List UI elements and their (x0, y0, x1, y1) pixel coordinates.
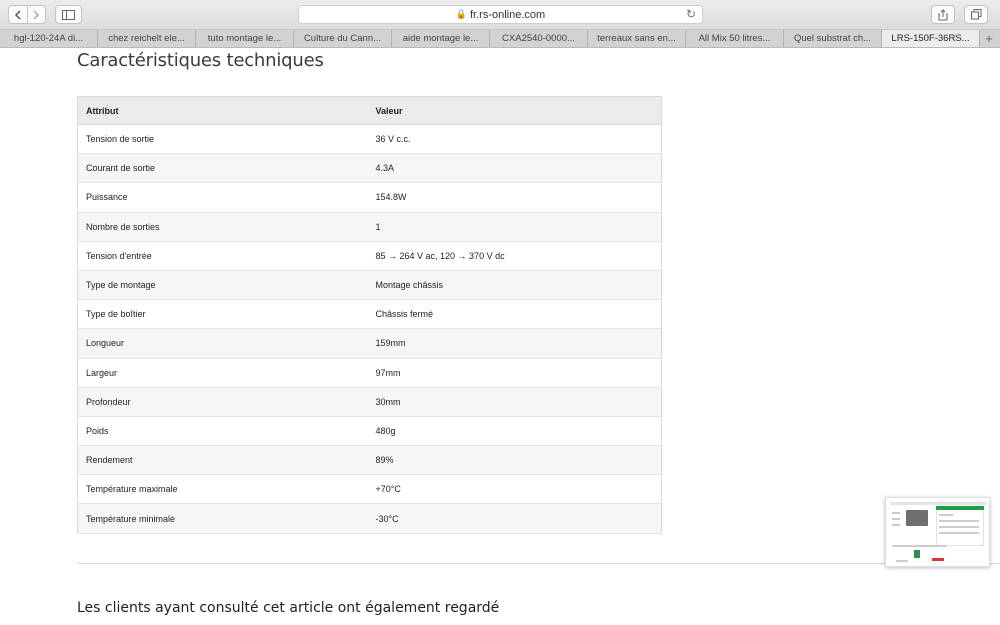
share-icon (938, 8, 948, 20)
table-row: Largeur 97mm (77, 358, 662, 388)
thumbnail-line (892, 524, 900, 526)
tabs-overview-button[interactable] (964, 5, 988, 24)
thumbnail-line (939, 526, 979, 528)
table-header-row: Attribut Valeur (77, 96, 662, 125)
related-products-heading: Les clients ayant consulté cet article o… (77, 600, 500, 616)
tab[interactable]: Culture du Cann... (294, 30, 392, 47)
table-row: Nombre de sorties 1 (77, 212, 662, 242)
table-row: Tension d'entrée 85 → 264 V ac, 120 → 370… (77, 241, 662, 271)
forward-button[interactable] (26, 6, 46, 23)
table-row: Type de montage Montage châssis (77, 270, 662, 301)
value-cell: 159mm (367, 328, 662, 359)
thumbnail-product-image (906, 510, 928, 526)
attribute-cell: Type de montage (77, 270, 368, 301)
tab[interactable]: tuto montage le... (196, 30, 294, 47)
tab[interactable]: terreaux sans en... (588, 30, 686, 47)
thumbnail-red-item (932, 558, 944, 561)
tab-bar: hgl-120-24A di... chez reichelt ele... t… (0, 30, 1000, 48)
table-row: Rendement 89% (77, 445, 662, 476)
tab[interactable]: Quel substrat ch... (784, 30, 882, 47)
value-cell: 85 → 264 V ac, 120 → 370 V dc (367, 241, 662, 271)
section-divider (77, 563, 1000, 564)
attribute-cell: Courant de sortie (77, 153, 368, 184)
thumbnail-line (939, 532, 979, 534)
thumbnail-line (892, 518, 900, 520)
thumbnail-line (939, 520, 979, 522)
nav-buttons (8, 5, 46, 24)
table-row: Tension de sortie 36 V c.c. (77, 124, 662, 155)
browser-toolbar: 🔒 fr.rs-online.com ↻ (0, 0, 1000, 30)
url-text: fr.rs-online.com (470, 8, 546, 21)
sidebar-icon (62, 9, 75, 20)
value-cell: +70°C (367, 474, 662, 505)
new-tab-button[interactable]: + (980, 30, 998, 47)
screenshot-thumbnail[interactable] (885, 497, 990, 567)
plus-icon: + (985, 31, 993, 46)
attribute-cell: Poids (77, 416, 368, 447)
table-row: Poids 480g (77, 416, 662, 447)
chevron-left-icon (14, 9, 21, 20)
value-cell: Châssis fermé (367, 299, 662, 330)
attribute-cell: Puissance (77, 182, 368, 213)
share-button[interactable] (931, 5, 955, 24)
table-row: Profondeur 30mm (77, 387, 662, 417)
attribute-cell: Tension de sortie (77, 124, 368, 155)
value-cell: 30mm (367, 387, 662, 417)
tabs-overview-icon (970, 9, 981, 20)
table-row: Température minimale -30°C (77, 503, 662, 534)
chevron-right-icon (33, 9, 40, 20)
tab[interactable]: chez reichelt ele... (98, 30, 196, 47)
value-cell: 4.3A (367, 153, 662, 184)
value-cell: 97mm (367, 358, 662, 388)
thumbnail-line (892, 512, 900, 514)
attribute-cell: Longueur (77, 328, 368, 359)
address-bar[interactable]: 🔒 fr.rs-online.com ↻ (298, 5, 703, 24)
column-header-value: Valeur (367, 96, 662, 125)
sidebar-button[interactable] (55, 5, 82, 24)
table-row: Température maximale +70°C (77, 474, 662, 505)
value-cell: 89% (367, 445, 662, 476)
tab[interactable]: CXA2540-0000... (490, 30, 588, 47)
value-cell: 36 V c.c. (367, 124, 662, 155)
attribute-cell: Type de boîtier (77, 299, 368, 330)
tab[interactable]: All Mix 50 litres... (686, 30, 784, 47)
lock-icon: 🔒 (455, 9, 467, 19)
reload-icon[interactable]: ↻ (686, 7, 696, 21)
page-title: Caractéristiques techniques (77, 50, 324, 71)
table-row: Type de boîtier Châssis fermé (77, 299, 662, 330)
attribute-cell: Tension d'entrée (77, 241, 368, 271)
table-row: Puissance 154.8W (77, 182, 662, 213)
attribute-cell: Rendement (77, 445, 368, 476)
thumbnail-green-bar (936, 506, 984, 510)
attribute-cell: Nombre de sorties (77, 212, 368, 242)
thumbnail-line (939, 514, 953, 516)
thumbnail-line (896, 560, 908, 562)
attribute-cell: Température minimale (77, 503, 368, 534)
table-row: Longueur 159mm (77, 328, 662, 359)
tab-active[interactable]: LRS-150F-36RS... (882, 30, 980, 47)
attribute-cell: Température maximale (77, 474, 368, 505)
column-header-attribute: Attribut (77, 96, 368, 125)
table-row: Courant de sortie 4.3A (77, 153, 662, 184)
spec-table: Attribut Valeur Tension de sortie 36 V c.… (77, 96, 662, 534)
value-cell: Montage châssis (367, 270, 662, 301)
thumbnail-green-item (914, 550, 920, 558)
value-cell: -30°C (367, 503, 662, 534)
tab[interactable]: aide montage le... (392, 30, 490, 47)
value-cell: 1 (367, 212, 662, 242)
value-cell: 154.8W (367, 182, 662, 213)
back-button[interactable] (9, 6, 27, 23)
thumbnail-header (890, 502, 987, 505)
tab[interactable]: hgl-120-24A di... (0, 30, 98, 47)
thumbnail-line (892, 545, 947, 547)
attribute-cell: Largeur (77, 358, 368, 388)
value-cell: 480g (367, 416, 662, 447)
attribute-cell: Profondeur (77, 387, 368, 417)
